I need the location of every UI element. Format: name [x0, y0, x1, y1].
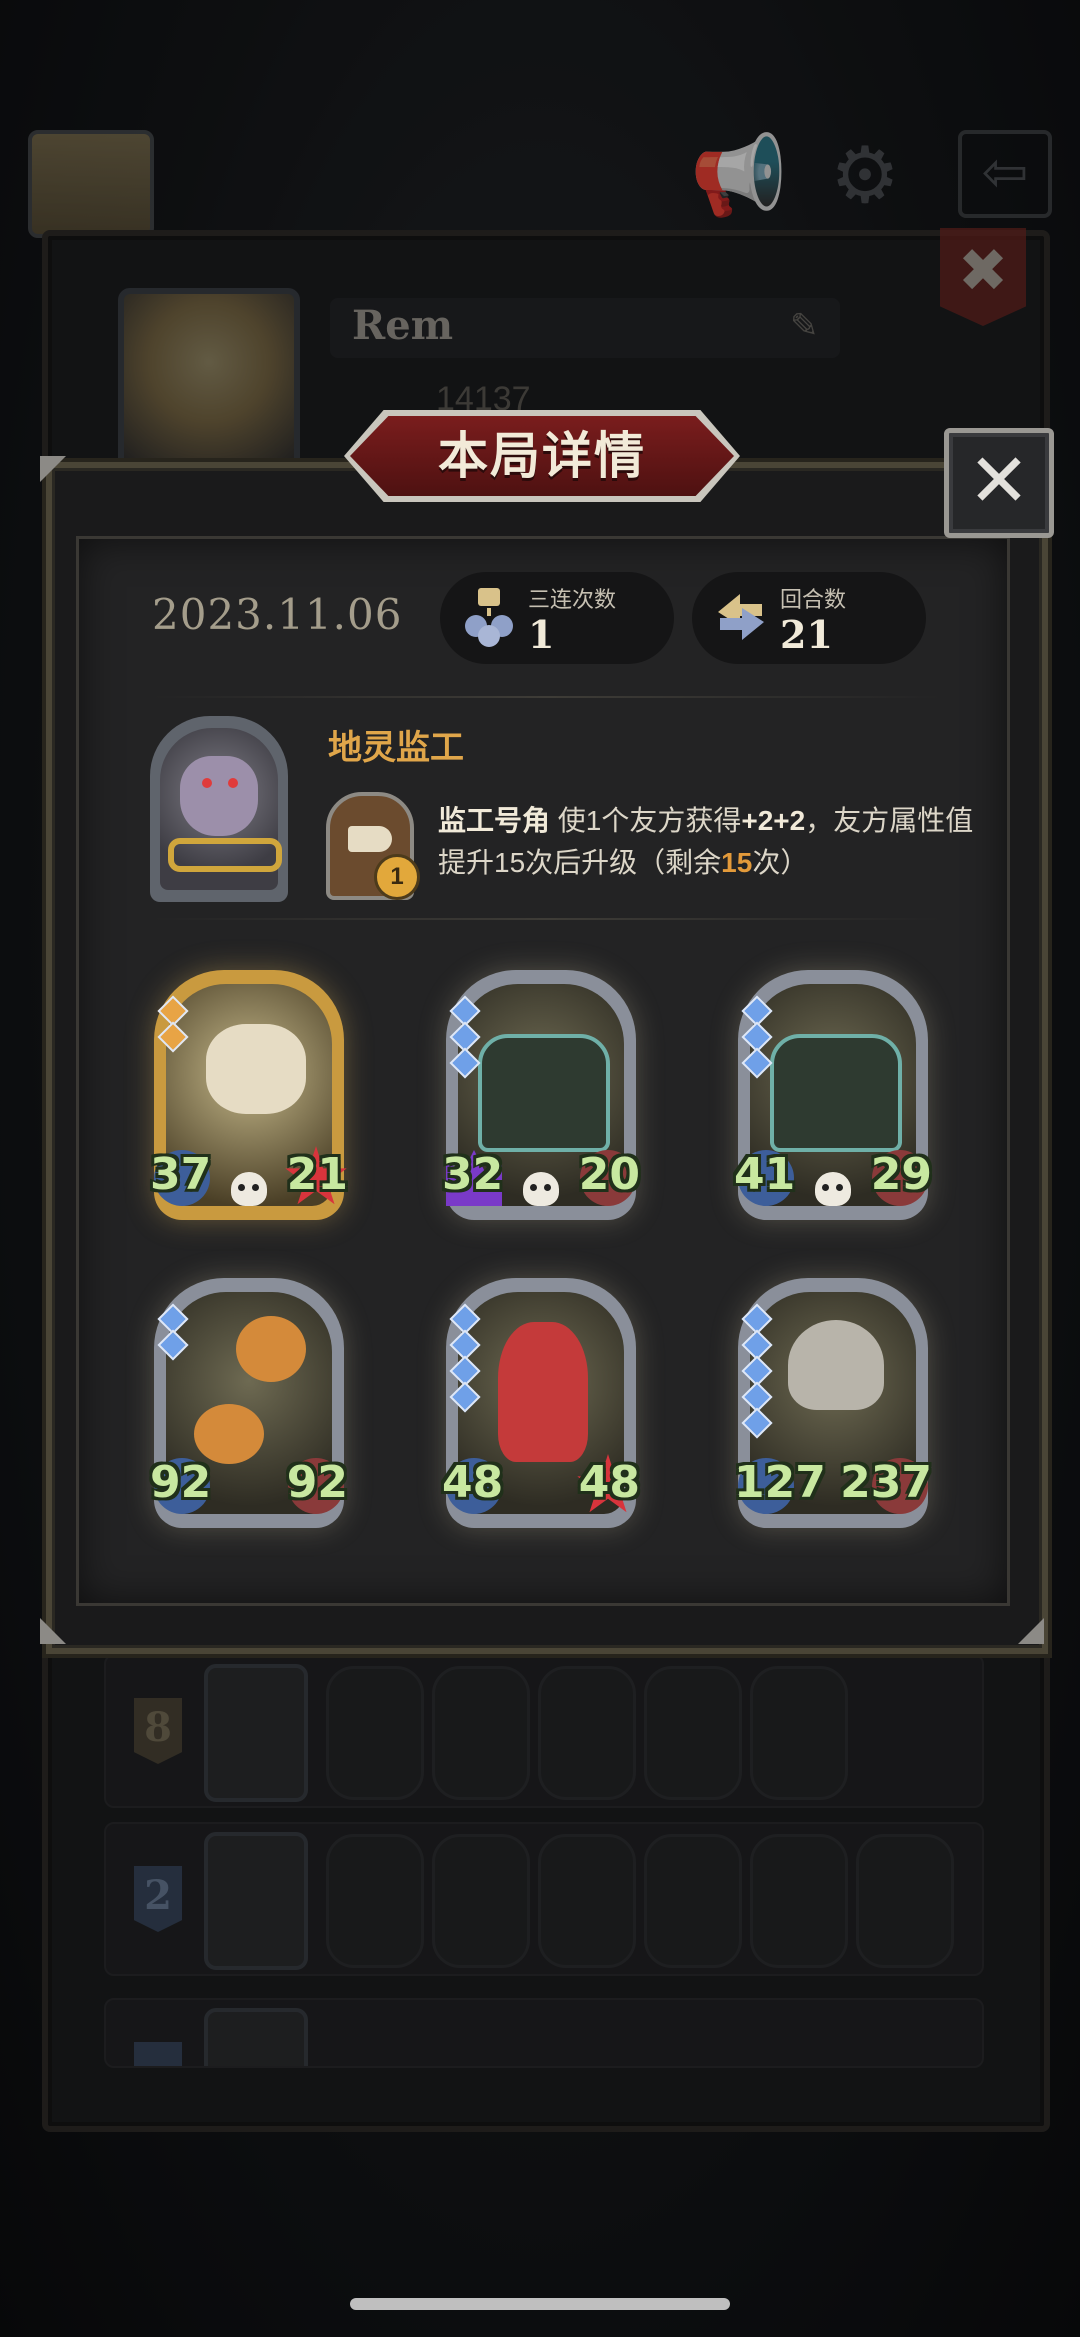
unit-thumbnail	[644, 1834, 742, 1968]
unit-thumbnail	[432, 1834, 530, 1968]
unit-thumbnail	[326, 1834, 424, 1968]
unit-thumbnail	[326, 1666, 424, 1800]
unit-card-bone-dragon[interactable]: 37 21	[150, 970, 348, 1220]
unit-health: 48	[578, 1457, 640, 1508]
stat-label: 三连次数	[528, 587, 617, 612]
stat-value: 1	[528, 612, 555, 657]
close-icon: ✕	[967, 439, 1030, 522]
unit-attack: 127	[734, 1457, 826, 1508]
modal-title: 本局详情	[438, 427, 646, 485]
round-count-stat: 回合数 21	[692, 572, 926, 664]
skull-icon	[815, 1172, 851, 1206]
skill-description: 监工号角 使1个友方获得+2+2，友方属性值提升15次后升级（剩余15次）	[438, 805, 974, 878]
unit-thumbnail	[644, 1666, 742, 1800]
unit-attack: 92	[150, 1457, 212, 1508]
unit-health: 237	[840, 1457, 932, 1508]
unit-thumbnail	[432, 1666, 530, 1800]
exit-arrow-button[interactable]: ⇦	[958, 130, 1052, 218]
unit-thumbnail	[750, 1666, 848, 1800]
unit-health: 21	[286, 1149, 348, 1200]
unit-health: 29	[870, 1149, 932, 1200]
section-divider	[152, 918, 942, 920]
match-history-row[interactable]: 8	[104, 1654, 984, 1808]
unit-health: 92	[286, 1457, 348, 1508]
unit-health: 20	[578, 1149, 640, 1200]
match-date: 2023.11.06	[152, 590, 403, 639]
modal-title-banner: 本局详情	[344, 410, 740, 502]
rank-badge: 2	[134, 1866, 182, 1932]
unit-card-clown[interactable]: 48 48	[442, 1278, 640, 1528]
player-name: Rem	[352, 302, 454, 349]
home-indicator[interactable]	[350, 2298, 730, 2310]
skill-level-badge: 1	[374, 854, 420, 900]
announcement-megaphone-icon[interactable]: 📢	[690, 130, 787, 220]
triple-merge-icon	[458, 586, 520, 648]
hero-thumbnail	[204, 1832, 308, 1970]
unit-thumbnail	[856, 1834, 954, 1968]
profile-portrait	[118, 288, 300, 470]
hero-thumbnail	[204, 2008, 308, 2066]
skill-name: 监工号角	[438, 805, 551, 836]
unit-attack: 48	[442, 1457, 504, 1508]
skull-icon	[231, 1172, 267, 1206]
skull-icon	[523, 1172, 559, 1206]
hero-thumbnail	[204, 1664, 308, 1802]
player-avatar-button[interactable]	[28, 130, 154, 238]
rank-badge	[134, 2042, 182, 2066]
profile-close-button[interactable]: ✖	[940, 228, 1026, 326]
unit-attack: 37	[150, 1149, 212, 1200]
settings-gear-icon[interactable]: ⚙	[820, 130, 910, 220]
rank-badge: 8	[134, 1698, 182, 1764]
unit-card-mimic-chest[interactable]: 32 20	[442, 970, 640, 1220]
hero-portrait[interactable]	[150, 716, 288, 902]
triple-count-stat: 三连次数 1	[440, 572, 674, 664]
unit-thumbnail	[538, 1666, 636, 1800]
unit-card-pumpkin-ghost[interactable]: 92 92	[150, 1278, 348, 1528]
modal-close-button[interactable]: ✕	[944, 428, 1054, 538]
unit-attack: 32	[442, 1149, 504, 1200]
section-divider	[152, 696, 942, 698]
unit-thumbnail	[538, 1834, 636, 1968]
unit-card-mimic-chest[interactable]: 41 29	[734, 970, 932, 1220]
unit-attack: 41	[734, 1149, 796, 1200]
rounds-cycle-icon	[710, 586, 772, 648]
unit-thumbnail	[750, 1834, 848, 1968]
match-history-row[interactable]	[104, 1998, 984, 2068]
unit-card-hooded-knight[interactable]: 127 237	[734, 1278, 932, 1528]
stat-value: 21	[780, 612, 833, 657]
stat-label: 回合数	[780, 587, 847, 612]
edit-name-pencil-icon[interactable]: ✎	[790, 306, 819, 346]
match-history-row[interactable]: 2	[104, 1822, 984, 1976]
hero-name: 地灵监工	[328, 729, 464, 767]
